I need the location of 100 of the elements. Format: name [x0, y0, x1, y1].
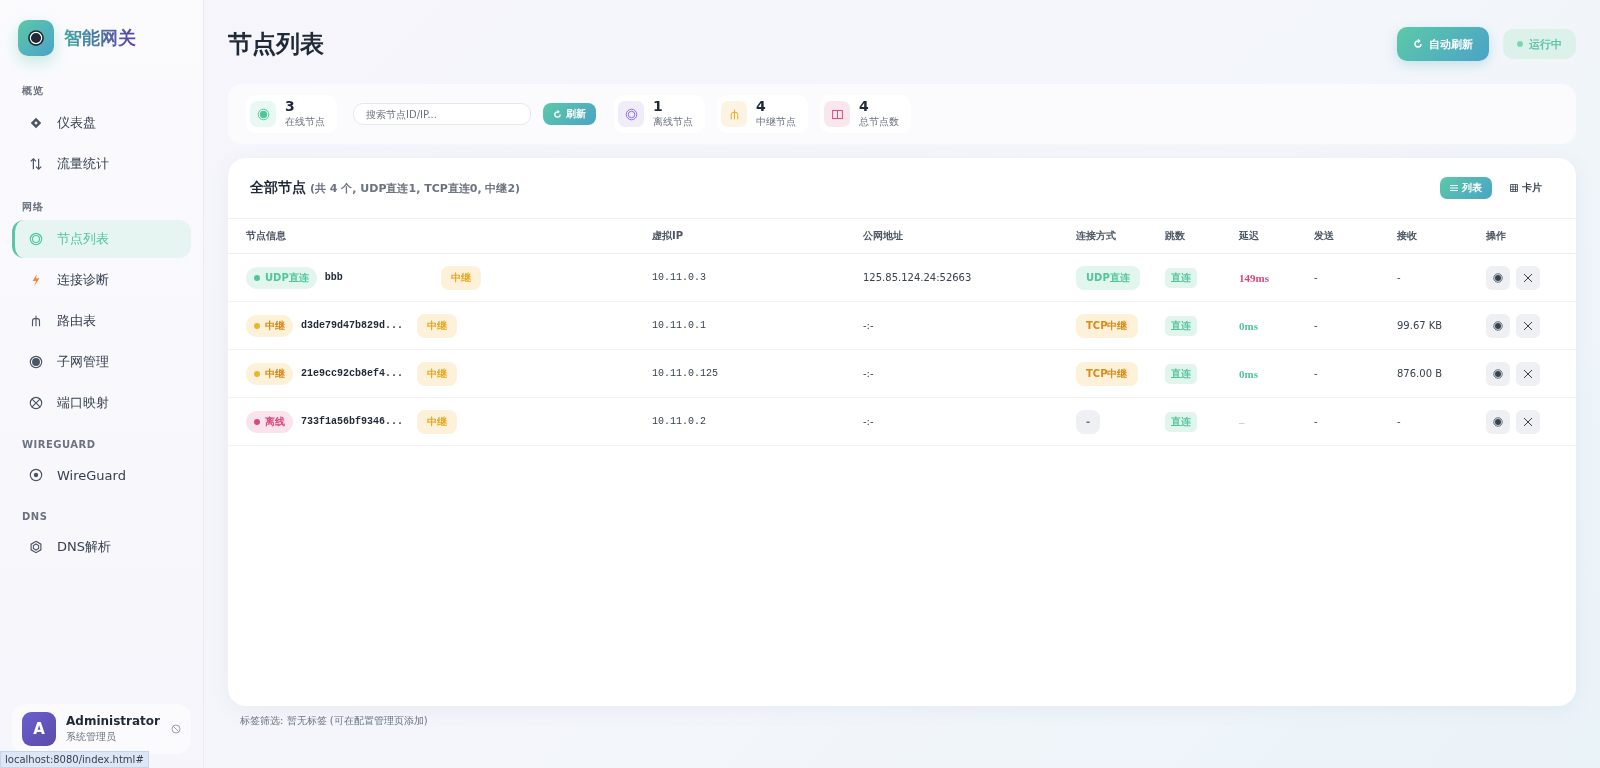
- connection-badge: TCP中继: [1076, 313, 1138, 338]
- latency-value: –: [1239, 415, 1245, 428]
- nav-icon: [29, 116, 43, 130]
- view-button[interactable]: [1486, 265, 1510, 290]
- close-button[interactable]: [1516, 313, 1540, 338]
- nav-icon: [29, 540, 43, 554]
- nav-icon: [29, 355, 43, 369]
- dot-circle-icon: [1493, 416, 1503, 427]
- column-header: 延迟: [1239, 229, 1260, 243]
- column-header: 跳数: [1165, 229, 1186, 243]
- search-field[interactable]: 搜索节点ID/IP...: [353, 103, 531, 125]
- connection-badge: TCP中继: [1076, 361, 1138, 386]
- nav-item[interactable]: 子网管理: [12, 343, 191, 381]
- view-button[interactable]: [1486, 409, 1510, 434]
- card-title: 全部节点: [250, 179, 306, 197]
- nav-item[interactable]: 仪表盘: [12, 104, 191, 142]
- status-badge: 离线: [246, 410, 293, 433]
- close-icon: [1523, 368, 1533, 379]
- table-cell: 125.85.124.24:52663: [863, 272, 972, 283]
- latency-value: 0ms: [1239, 367, 1258, 380]
- nav-item[interactable]: 路由表: [12, 302, 191, 340]
- nav-section-title: DNS: [21, 511, 49, 522]
- table-cell: 10.11.0.2: [652, 416, 706, 427]
- logo-icon: [18, 20, 54, 56]
- table-cell: 10.11.0.1: [652, 320, 706, 331]
- node-tag: 中继: [417, 313, 457, 338]
- nav-item[interactable]: 端口映射: [12, 384, 191, 422]
- stat-value: 3: [285, 99, 296, 113]
- status-badge: UDP直连: [246, 266, 317, 289]
- dot-circle-icon: [1493, 272, 1503, 283]
- stat-label: 在线节点: [285, 115, 325, 129]
- close-icon: [1523, 416, 1533, 427]
- connection-badge: UDP直连: [1076, 265, 1140, 290]
- node-tag: 中继: [417, 361, 457, 386]
- card-summary: (共 4 个, UDP直连1, TCP直连0, 中继2): [310, 181, 521, 196]
- stat-value: 4: [859, 99, 870, 113]
- table-cell: -: [1314, 272, 1318, 283]
- status-badge: 中继: [246, 314, 293, 337]
- stat-label: 离线节点: [653, 115, 693, 129]
- close-icon: [1523, 272, 1533, 283]
- node-name: 21e9cc92cb8ef4...: [301, 368, 404, 379]
- status-badge: 中继: [246, 362, 293, 385]
- table-cell: 876.00 B: [1397, 368, 1443, 379]
- list-icon: [1450, 184, 1458, 192]
- nav-icon: [29, 232, 43, 246]
- nav-icon: [29, 314, 43, 328]
- grid-icon: [1510, 184, 1518, 192]
- dot-circle-icon: [1493, 368, 1503, 379]
- nav-item[interactable]: DNS解析: [12, 528, 191, 566]
- table-cell: -:-: [863, 416, 874, 427]
- close-button[interactable]: [1516, 265, 1540, 290]
- page-title: 节点列表: [228, 29, 324, 60]
- latency-value: 149ms: [1239, 271, 1269, 284]
- nav-icon: [29, 468, 43, 482]
- nav-icon: [29, 157, 43, 171]
- column-header: 公网地址: [863, 229, 904, 243]
- view-button[interactable]: [1486, 313, 1510, 338]
- nav-section-title: WIREGUARD: [21, 439, 97, 450]
- nav-item[interactable]: 连接诊断: [12, 261, 191, 299]
- table-cell: -: [1397, 416, 1401, 427]
- user-name: Administrator: [66, 714, 161, 728]
- refresh-icon: [1413, 39, 1423, 49]
- hops-badge: 直连: [1165, 267, 1197, 288]
- avatar: A: [22, 712, 56, 746]
- nav-section-title: 概览: [21, 84, 44, 98]
- hops-badge: 直连: [1165, 363, 1197, 384]
- stat-value: 1: [653, 99, 664, 113]
- nav-item[interactable]: WireGuard: [12, 456, 191, 494]
- column-header: 连接方式: [1076, 229, 1117, 243]
- view-toggle[interactable]: 卡片: [1500, 177, 1552, 199]
- table-cell: -:-: [863, 320, 874, 331]
- stat-label: 总节点数: [859, 115, 899, 129]
- stat-label: 中继节点: [756, 115, 796, 129]
- table-cell: 99.67 KB: [1397, 320, 1443, 331]
- close-button[interactable]: [1516, 409, 1540, 434]
- close-button[interactable]: [1516, 361, 1540, 386]
- stat-value: 4: [756, 99, 767, 113]
- column-header: 发送: [1314, 229, 1335, 243]
- nav-section-title: 网络: [21, 200, 44, 214]
- node-name: bbb: [324, 272, 343, 283]
- hops-badge: 直连: [1165, 411, 1197, 432]
- column-header: 节点信息: [246, 229, 287, 243]
- app-name: 智能网关: [64, 26, 136, 50]
- dot-circle-icon: [1493, 320, 1503, 331]
- user-role: 系统管理员: [66, 730, 117, 744]
- column-header: 操作: [1486, 229, 1507, 243]
- status-bar-url: localhost:8080/index.html#: [0, 751, 149, 768]
- latency-value: 0ms: [1239, 319, 1258, 332]
- column-header: 虚拟IP: [652, 229, 685, 243]
- refresh-icon: [553, 109, 562, 119]
- status-badge: 运行中: [1503, 29, 1576, 59]
- node-tag: 中继: [440, 265, 481, 290]
- tag-filter-hint: 标签筛选: 暂无标签 (可在配置管理页添加): [239, 714, 429, 728]
- node-name: 733f1a56bf9346...: [301, 416, 404, 427]
- table-cell: -: [1314, 416, 1318, 427]
- view-button[interactable]: [1486, 361, 1510, 386]
- nav-item[interactable]: 流量统计: [12, 145, 191, 183]
- table-cell: 10.11.0.3: [652, 272, 706, 283]
- table-cell: -:-: [863, 368, 874, 379]
- table-cell: 10.11.0.125: [652, 368, 718, 379]
